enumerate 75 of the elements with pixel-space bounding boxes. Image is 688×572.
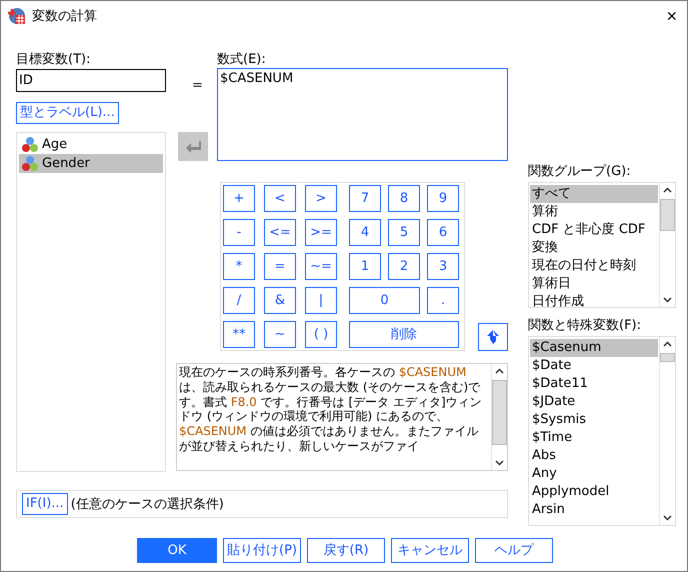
scrollbar-thumb[interactable] (660, 353, 675, 362)
delete-key[interactable]: 削除 (349, 321, 459, 348)
digit-key[interactable]: 4 (349, 219, 381, 246)
function-item[interactable]: $Casenum (530, 339, 658, 357)
function-item[interactable]: $Time (530, 429, 658, 447)
window-title: 変数の計算 (32, 8, 98, 25)
operator-key[interactable]: >= (305, 219, 337, 246)
condition-text: (任意のケースの選択条件) (70, 496, 224, 513)
operator-key[interactable]: ** (223, 321, 255, 348)
function-item[interactable]: Applymodel (530, 483, 658, 501)
expression-field[interactable]: $CASENUM (217, 68, 508, 161)
digit-key[interactable]: 2 (388, 253, 420, 280)
digit-key[interactable]: 6 (427, 219, 459, 246)
digit-key[interactable]: . (427, 287, 459, 314)
dialog-button[interactable]: ヘルプ (475, 538, 553, 563)
function-group-item[interactable]: すべて (530, 185, 658, 203)
scrollbar-thumb[interactable] (660, 199, 675, 231)
dialog-button[interactable]: キャンセル (391, 538, 469, 563)
left-arrow-icon (185, 140, 201, 154)
scrollbar-thumb[interactable] (492, 380, 507, 445)
variable-name: Gender (42, 156, 90, 171)
function-group-item[interactable]: 現在の日付と時刻 (530, 257, 658, 275)
digit-key[interactable]: 3 (427, 253, 459, 280)
function-item[interactable]: Any (530, 465, 658, 483)
equals-sign: = (192, 77, 204, 94)
operator-key[interactable]: ~= (305, 253, 337, 280)
variable-item[interactable]: Gender (19, 154, 163, 173)
functions-label: 関数と特殊変数(F): (528, 317, 642, 334)
operator-key[interactable]: <= (264, 219, 296, 246)
type-and-label-button[interactable]: 型とラベル(L)... (16, 102, 119, 124)
operator-key[interactable]: | (305, 287, 337, 314)
variable-item[interactable]: Age (19, 135, 163, 154)
function-item[interactable]: $Date (530, 357, 658, 375)
operator-key[interactable]: - (223, 219, 255, 246)
operator-key[interactable]: < (264, 185, 296, 212)
dialog-button[interactable]: 貼り付け(P) (223, 538, 301, 563)
digit-key[interactable]: 9 (427, 185, 459, 212)
target-variable-field[interactable]: ID (16, 69, 166, 92)
function-item[interactable]: Abs (530, 447, 658, 465)
expression-label: 数式(E): (217, 51, 267, 68)
function-group-item[interactable]: 算術日 (530, 275, 658, 293)
up-arrow-button[interactable] (478, 323, 508, 351)
calculator-icon (8, 7, 26, 25)
dialog-button[interactable]: OK (137, 538, 217, 563)
digit-key[interactable]: 1 (349, 253, 381, 280)
function-item[interactable]: $JDate (530, 393, 658, 411)
digit-key[interactable]: 7 (349, 185, 381, 212)
digit-key[interactable]: 8 (388, 185, 420, 212)
digit-key[interactable]: 0 (349, 287, 420, 314)
function-group-item[interactable]: 変換 (530, 239, 658, 257)
nominal-variable-icon (21, 155, 39, 172)
close-button[interactable]: × (662, 6, 681, 26)
variable-name: Age (42, 137, 68, 152)
digit-key[interactable]: 5 (388, 219, 420, 246)
nominal-variable-icon (21, 136, 39, 153)
function-group-item[interactable]: 日付作成 (530, 293, 658, 307)
operator-key[interactable]: & (264, 287, 296, 314)
function-group-item[interactable]: 算術 (530, 203, 658, 221)
function-item[interactable]: Arsin (530, 501, 658, 519)
function-description: 現在のケースの時系列番号。各ケースの $CASENUM は、読み取られるケースの最大数 (そのケースを含む)です。書式 F8.0 です。行番号は [データ エディタ]ウィンドウ (ウィンドウの環境で利用可能) にあるので、 $CASENUM の値は必須ではありません。またファイルが並び替えられたり、新しいケースがファイ (178, 364, 483, 455)
operator-key[interactable]: > (305, 185, 337, 212)
if-button[interactable]: IF(I)... (22, 493, 68, 515)
function-group-item[interactable]: CDF と非心度 CDF (530, 221, 658, 239)
up-arrow-icon (487, 330, 499, 344)
function-group-label: 関数グループ(G): (528, 163, 632, 180)
operator-key[interactable]: ~ (264, 321, 296, 348)
operator-key[interactable]: = (264, 253, 296, 280)
operator-key[interactable]: * (223, 253, 255, 280)
operator-key[interactable]: + (223, 185, 255, 212)
target-variable-label: 目標変数(T): (16, 51, 92, 68)
function-item[interactable]: $Date11 (530, 375, 658, 393)
dialog-button[interactable]: 戻す(R) (307, 538, 385, 563)
function-item[interactable]: $Sysmis (530, 411, 658, 429)
operator-key[interactable]: ( ) (305, 321, 337, 348)
operator-key[interactable]: / (223, 287, 255, 314)
